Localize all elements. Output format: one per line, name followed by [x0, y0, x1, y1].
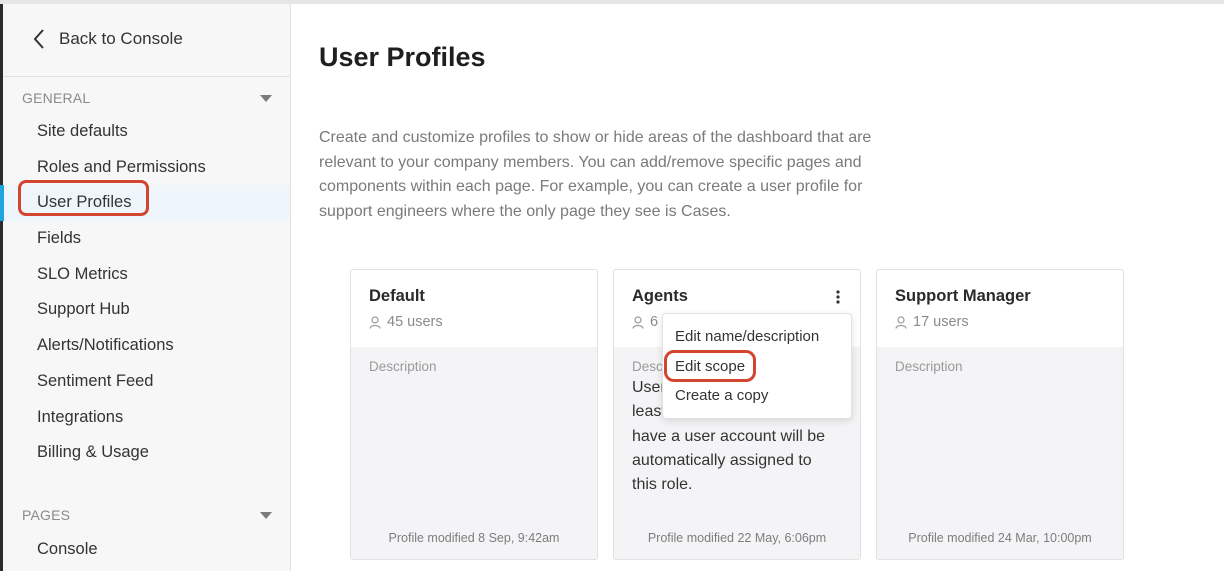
caret-down-icon: [260, 94, 272, 102]
page-description: Create and customize profiles to show or…: [319, 129, 872, 220]
pages-nav: Console: [3, 532, 290, 566]
modified-timestamp: Profile modified 8 Sep, 9:42am: [388, 531, 560, 545]
sidebar-item-support-hub[interactable]: Support Hub: [3, 292, 290, 328]
user-icon: [369, 315, 381, 329]
modified-timestamp: Profile modified 24 Mar, 10:00pm: [908, 531, 1092, 545]
menu-item-edit-name-description[interactable]: Edit name/description: [663, 322, 851, 352]
general-heading: GENERAL: [22, 90, 91, 106]
profile-card-support-manager[interactable]: Support Manager 17 users Description Pro…: [876, 269, 1124, 560]
user-count-text: 6: [650, 314, 659, 330]
back-label: Back to Console: [59, 29, 183, 48]
sidebar-item-roles-and-permissions[interactable]: Roles and Permissions: [3, 150, 290, 186]
description-label: Description: [895, 359, 963, 374]
sidebar-item-console[interactable]: Console: [3, 532, 290, 566]
sidebar-item-sentiment-feed[interactable]: Sentiment Feed: [3, 364, 290, 400]
profile-user-count: 45 users: [369, 314, 579, 330]
sidebar: Back to Console GENERAL Site defaults Ro…: [0, 4, 291, 571]
page-title: User Profiles: [319, 42, 486, 72]
sidebar-item-site-defaults[interactable]: Site defaults: [3, 114, 290, 150]
sidebar-item-integrations[interactable]: Integrations: [3, 400, 290, 436]
profile-user-count: 17 users: [895, 314, 1105, 330]
profile-card-default[interactable]: Default 45 users Description Profile mod…: [350, 269, 598, 560]
general-nav: Site defaults Roles and Permissions User…: [0, 114, 290, 471]
pages-section-toggle[interactable]: PAGES: [22, 507, 272, 523]
modified-timestamp: Profile modified 22 May, 6:06pm: [647, 531, 827, 545]
menu-item-create-copy[interactable]: Create a copy: [663, 381, 851, 411]
pages-heading: PAGES: [22, 507, 71, 523]
user-count-text: 17 users: [913, 314, 969, 330]
user-icon: [632, 315, 644, 329]
sidebar-item-alerts-notifications[interactable]: Alerts/Notifications: [3, 328, 290, 364]
sidebar-item-user-profiles[interactable]: User Profiles: [0, 185, 290, 222]
profile-name: Default: [369, 287, 425, 305]
chevron-left-icon: [33, 29, 44, 49]
caret-down-icon: [260, 511, 272, 519]
sidebar-divider: [3, 76, 290, 77]
general-section-toggle[interactable]: GENERAL: [22, 90, 272, 106]
profile-context-menu: Edit name/description Edit scope Create …: [662, 313, 852, 419]
description-label: Description: [369, 359, 437, 374]
menu-item-edit-scope[interactable]: Edit scope: [663, 352, 851, 382]
user-count-text: 45 users: [387, 314, 443, 330]
back-to-console-link[interactable]: Back to Console: [33, 28, 183, 50]
profile-name: Agents: [632, 287, 688, 305]
sidebar-item-slo-metrics[interactable]: SLO Metrics: [3, 257, 290, 293]
sidebar-item-fields[interactable]: Fields: [3, 221, 290, 257]
profile-name: Support Manager: [895, 287, 1031, 305]
sidebar-item-billing-usage[interactable]: Billing & Usage: [3, 435, 290, 471]
user-icon: [895, 315, 907, 329]
more-options-icon[interactable]: [836, 290, 840, 309]
description-line: this role.: [632, 476, 693, 494]
description-line: have a user account will be: [632, 427, 825, 445]
app-window: Back to Console GENERAL Site defaults Ro…: [0, 0, 1224, 571]
description-line: automatically assigned to: [632, 451, 812, 469]
